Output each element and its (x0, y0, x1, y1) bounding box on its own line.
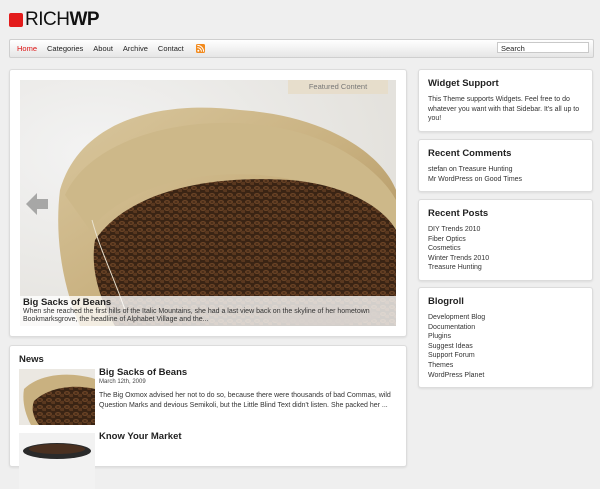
nav-item-home[interactable]: Home (17, 40, 37, 57)
widget-title: Recent Posts (428, 208, 489, 219)
comment-post[interactable]: Treasure Hunting (459, 166, 513, 173)
comment-item: Mr WordPress on Good Times (428, 175, 586, 185)
blogroll-link[interactable]: WordPress Planet (428, 371, 586, 381)
logo-text-wp: WP (69, 9, 100, 30)
featured-excerpt: When she reached the first hills of the … (23, 308, 370, 323)
coffee-sack-image (20, 80, 396, 326)
blogroll-link[interactable]: Themes (428, 361, 586, 371)
widget-title: Widget Support (428, 78, 499, 89)
news-thumbnail[interactable] (19, 369, 95, 425)
featured-title[interactable]: Big Sacks of Beans (23, 297, 111, 308)
widget-title: Recent Comments (428, 148, 512, 159)
nav-item-categories[interactable]: Categories (47, 40, 83, 57)
recent-post-link[interactable]: Fiber Optics (428, 235, 586, 245)
nav-menu: Home Categories About Archive Contact (17, 40, 205, 57)
news-item-excerpt: The Big Oxmox advised her not to do so, … (99, 392, 391, 409)
blogroll-link[interactable]: Documentation (428, 323, 586, 333)
blogroll-link[interactable]: Plugins (428, 332, 586, 342)
recent-post-link[interactable]: DIY Trends 2010 (428, 225, 586, 235)
blogroll-link[interactable]: Suggest Ideas (428, 342, 586, 352)
comment-on: on (449, 166, 457, 173)
recent-posts-list: DIY Trends 2010 Fiber Optics Cosmetics W… (428, 225, 586, 273)
main-navbar: Home Categories About Archive Contact Se… (9, 39, 594, 58)
rss-feed-icon[interactable] (195, 44, 205, 53)
recent-post-link[interactable]: Cosmetics (428, 244, 586, 254)
comment-post[interactable]: Good Times (484, 176, 522, 183)
nav-item-archive[interactable]: Archive (123, 40, 148, 57)
featured-caption: Big Sacks of Beans When she reached the … (20, 296, 396, 326)
featured-content-panel: Featured Content Big Sacks of Beans When… (9, 69, 407, 337)
blogroll-link[interactable]: Development Blog (428, 313, 586, 323)
widget-support-text: This Theme supports Widgets. Feel free t… (428, 96, 580, 123)
nav-item-about[interactable]: About (93, 40, 113, 57)
news-heading: News (19, 354, 44, 365)
news-thumbnail[interactable] (19, 433, 95, 489)
recent-comments-list: stefan on Treasure Hunting Mr WordPress … (428, 165, 586, 184)
news-item-title[interactable]: Know Your Market (99, 431, 182, 442)
site-logo[interactable]: RICHWP (9, 9, 100, 30)
news-item-title[interactable]: Big Sacks of Beans (99, 367, 187, 378)
comment-on: on (474, 175, 483, 183)
logo-text-rich: RICH (25, 9, 70, 30)
search-input[interactable]: Search (497, 42, 589, 53)
news-panel: News Big Sacks of Beans March 12th, 2009… (9, 345, 407, 489)
comment-author[interactable]: Mr WordPress (428, 176, 473, 183)
news-item-date: March 12th, 2009 (99, 379, 146, 385)
widget-support-panel: Widget Support This Theme supports Widge… (418, 69, 593, 132)
recent-comments-panel: Recent Comments stefan on Treasure Hunti… (418, 139, 593, 192)
recent-posts-panel: Recent Posts DIY Trends 2010 Fiber Optic… (418, 199, 593, 281)
comment-author[interactable]: stefan (428, 166, 447, 173)
blogroll-list: Development Blog Documentation Plugins S… (428, 313, 586, 380)
blogroll-link[interactable]: Support Forum (428, 351, 586, 361)
logo-mark (9, 13, 23, 27)
widget-title: Blogroll (428, 296, 464, 307)
comment-item: stefan on Treasure Hunting (428, 165, 586, 175)
arrow-left-icon[interactable] (24, 191, 50, 222)
recent-post-link[interactable]: Treasure Hunting (428, 263, 586, 273)
nav-item-contact[interactable]: Contact (158, 40, 184, 57)
blogroll-panel: Blogroll Development Blog Documentation … (418, 287, 593, 388)
logo-text: RICHWP (25, 9, 100, 30)
featured-content-label: Featured Content (288, 80, 388, 94)
featured-slide-image[interactable]: Featured Content Big Sacks of Beans When… (20, 80, 396, 326)
recent-post-link[interactable]: Winter Trends 2010 (428, 254, 586, 264)
